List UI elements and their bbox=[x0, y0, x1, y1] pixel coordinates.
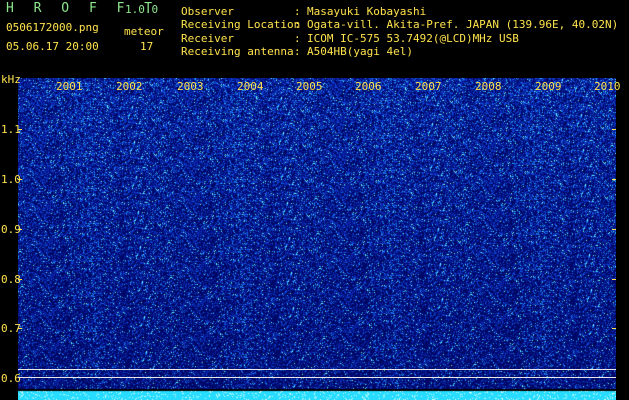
info-sep: : bbox=[294, 31, 301, 45]
file-name: 0506172000.png bbox=[6, 21, 99, 34]
carrier-marker-line bbox=[18, 377, 616, 378]
y-tick-mark bbox=[18, 129, 22, 130]
info-value: ICOM IC-575 53.7492(@LCD)MHz USB bbox=[307, 31, 519, 45]
info-key: Observer bbox=[181, 5, 234, 18]
y-tick-mark bbox=[612, 279, 616, 280]
y-tick-label: 0.9 bbox=[1, 223, 21, 236]
info-value: A504HB(yagi 4el) bbox=[307, 44, 413, 58]
info-sep: : bbox=[294, 18, 301, 32]
y-tick-label: 1.1 bbox=[1, 123, 21, 136]
spectrogram-canvas bbox=[18, 78, 616, 400]
time-tick-label: 2001 bbox=[56, 80, 83, 93]
info-row-location: Receiving Location: Ogata-vill. Akita-Pre… bbox=[181, 18, 618, 31]
info-key: Receiving Location bbox=[181, 18, 301, 32]
time-tick-label: 2004 bbox=[237, 80, 264, 93]
time-tick-label: 2009 bbox=[535, 80, 562, 93]
meteor-count: 17 bbox=[140, 40, 154, 53]
info-row-receiver: Receiver: ICOM IC-575 53.7492(@LCD)MHz US… bbox=[181, 32, 618, 45]
y-tick-mark bbox=[612, 229, 616, 230]
meteor-label: meteor bbox=[124, 25, 164, 38]
time-tick-label: 2002 bbox=[116, 80, 143, 93]
info-key: Receiver bbox=[181, 31, 234, 45]
info-row-antenna: Receiving antenna: A504HB(yagi 4el) bbox=[181, 45, 618, 58]
y-tick-mark bbox=[18, 279, 22, 280]
carrier-marker-line bbox=[18, 369, 616, 370]
station-info: Observer: Masayuki Kobayashi Receiving Lo… bbox=[181, 5, 618, 58]
y-tick-label: 0.7 bbox=[1, 322, 21, 335]
info-row-observer: Observer: Masayuki Kobayashi bbox=[181, 5, 618, 18]
y-tick-mark bbox=[612, 328, 616, 329]
capture-datetime: 05.06.17 20:00 bbox=[6, 40, 99, 53]
time-tick-label: 2007 bbox=[415, 80, 442, 93]
info-value: Ogata-vill. Akita-Pref. JAPAN (139.96E, … bbox=[307, 18, 619, 32]
info-sep: : bbox=[294, 5, 301, 18]
time-tick-label: 2006 bbox=[355, 80, 382, 93]
frequency-unit-label: kHz bbox=[1, 73, 21, 86]
y-tick-mark bbox=[612, 129, 616, 130]
time-tick-label: 2010 bbox=[594, 80, 621, 93]
time-tick-label: 2008 bbox=[475, 80, 502, 93]
info-sep: : bbox=[294, 44, 301, 58]
y-tick-label: 1.0 bbox=[1, 173, 21, 186]
y-tick-mark bbox=[612, 179, 616, 180]
time-tick-label: 2003 bbox=[177, 80, 204, 93]
time-tick-label: 2005 bbox=[296, 80, 323, 93]
app-version: 1.0.0 bbox=[125, 3, 159, 16]
info-value: Masayuki Kobayashi bbox=[307, 5, 427, 18]
y-tick-label: 0.8 bbox=[1, 273, 21, 286]
y-tick-mark bbox=[18, 328, 22, 329]
y-tick-mark bbox=[18, 179, 22, 180]
info-key: Receiving antenna bbox=[181, 44, 294, 58]
y-tick-mark bbox=[18, 229, 22, 230]
y-tick-label: 0.6 bbox=[1, 372, 21, 385]
